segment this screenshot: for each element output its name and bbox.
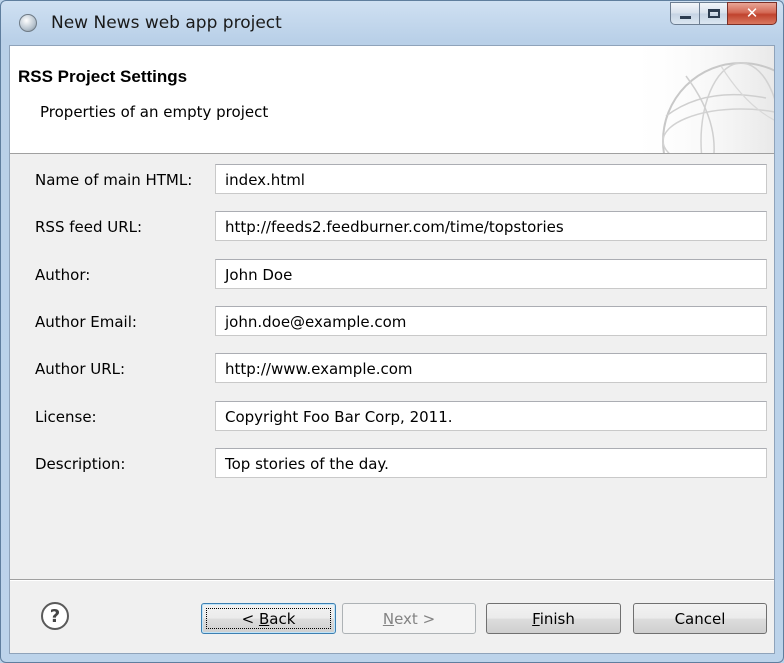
finish-button-label: Finish — [532, 609, 575, 628]
next-button-label: Next > — [382, 609, 436, 628]
author-email-label: Author Email: — [35, 313, 137, 331]
back-button[interactable]: < Back — [201, 603, 336, 634]
author-url-input[interactable]: http://www.example.com — [215, 353, 767, 383]
window-controls: ✕ — [670, 2, 777, 28]
globe-banner-icon — [626, 46, 774, 153]
author-label: Author: — [35, 266, 91, 284]
form-row-description: Description: Top stories of the day. — [10, 448, 774, 480]
license-label: License: — [35, 408, 97, 426]
minimize-icon — [679, 16, 691, 19]
close-icon: ✕ — [745, 4, 759, 22]
form-row-author-url: Author URL: http://www.example.com — [10, 353, 774, 385]
close-button[interactable]: ✕ — [727, 2, 777, 25]
cancel-button[interactable]: Cancel — [633, 603, 767, 634]
author-input[interactable]: John Doe — [215, 259, 767, 289]
minimize-button[interactable] — [670, 2, 699, 25]
form-row-rss-feed-url: RSS feed URL: http://feeds2.feedburner.c… — [10, 211, 774, 243]
button-bar-separator — [10, 579, 774, 581]
help-icon[interactable]: ? — [41, 602, 69, 630]
wizard-header: RSS Project Settings Properties of an em… — [10, 46, 774, 154]
author-url-label: Author URL: — [35, 360, 126, 378]
form-row-author-email: Author Email: john.doe@example.com — [10, 306, 774, 338]
main-html-label: Name of main HTML: — [35, 171, 193, 189]
rss-feed-url-label: RSS feed URL: — [35, 218, 143, 236]
rss-feed-url-input[interactable]: http://feeds2.feedburner.com/time/topsto… — [215, 211, 767, 241]
next-button[interactable]: Next > — [342, 603, 476, 634]
finish-button[interactable]: Finish — [486, 603, 621, 634]
dialog-client-area: RSS Project Settings Properties of an em… — [9, 45, 775, 654]
title-bar[interactable]: New News web app project ✕ — [1, 1, 783, 45]
license-input[interactable]: Copyright Foo Bar Corp, 2011. — [215, 401, 767, 431]
focus-rectangle — [206, 608, 331, 629]
main-html-input[interactable]: index.html — [215, 164, 767, 194]
form-row-main-html: Name of main HTML: index.html — [10, 164, 774, 196]
app-icon — [19, 14, 37, 32]
maximize-icon — [707, 9, 720, 18]
maximize-button[interactable] — [699, 2, 727, 25]
page-description: Properties of an empty project — [40, 103, 269, 121]
dialog-window: New News web app project ✕ RSS Project S… — [0, 0, 784, 663]
cancel-button-label: Cancel — [674, 609, 726, 628]
description-input[interactable]: Top stories of the day. — [215, 448, 767, 478]
author-email-input[interactable]: john.doe@example.com — [215, 306, 767, 336]
form-row-license: License: Copyright Foo Bar Corp, 2011. — [10, 401, 774, 433]
description-label: Description: — [35, 455, 126, 473]
page-title: RSS Project Settings — [18, 67, 188, 86]
form-row-author: Author: John Doe — [10, 259, 774, 291]
help-glyph: ? — [49, 605, 61, 627]
window-title: New News web app project — [51, 13, 282, 33]
